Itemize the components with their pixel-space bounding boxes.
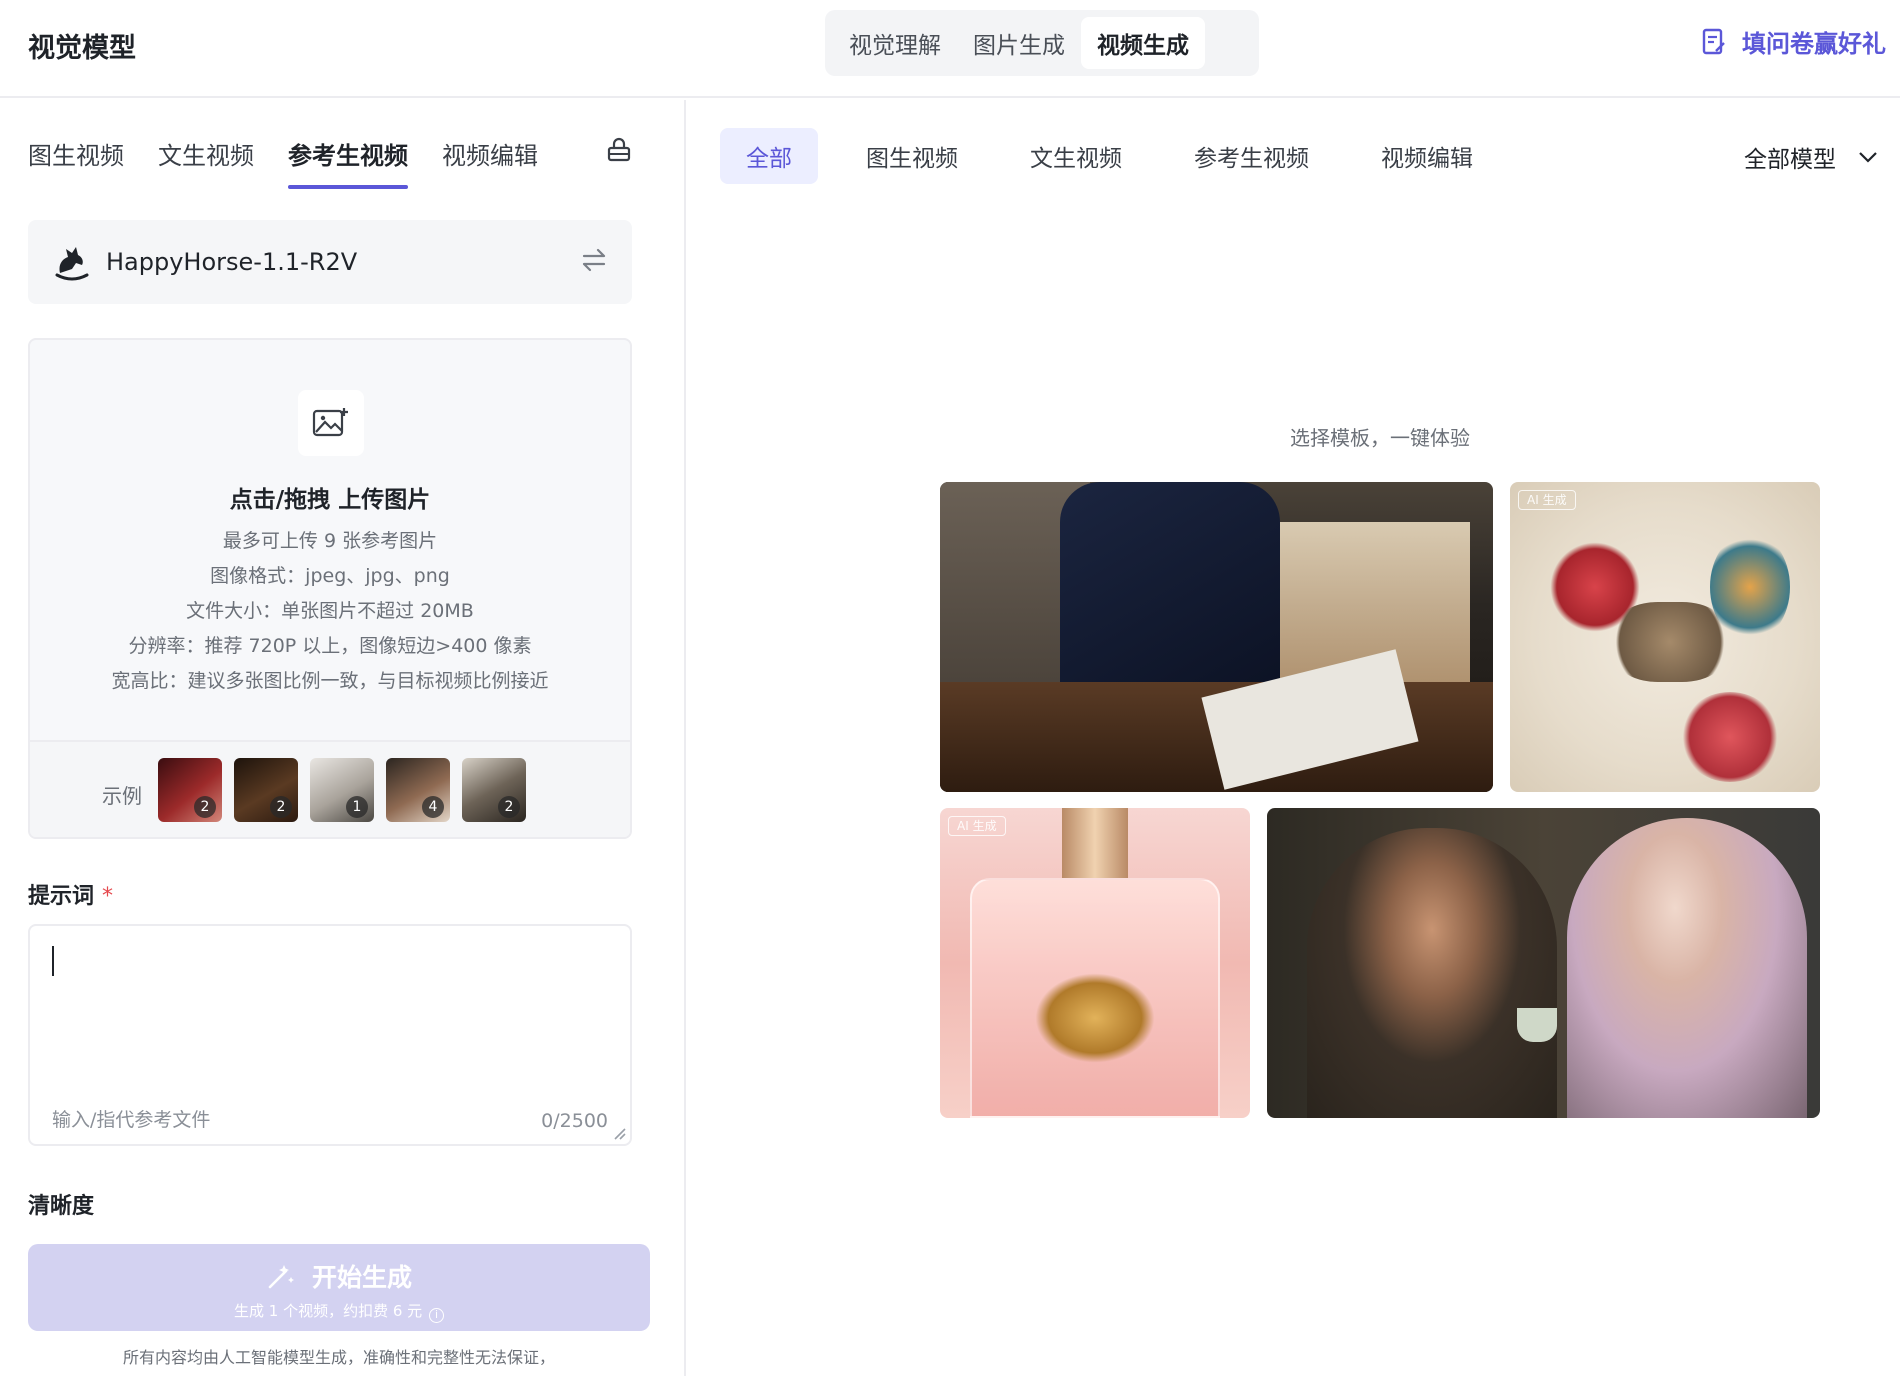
magic-wand-icon bbox=[268, 1265, 294, 1289]
upload-title: 点击/拖拽 上传图片 bbox=[229, 487, 431, 513]
filter-video-edit[interactable]: 视频编辑 bbox=[1381, 128, 1473, 184]
app-title: 视觉模型 bbox=[28, 33, 136, 64]
required-mark: * bbox=[102, 884, 114, 909]
upload-hint-format: 图像格式：jpeg、jpg、png bbox=[210, 565, 450, 587]
segment-image-generation[interactable]: 图片生成 bbox=[957, 17, 1081, 69]
model-name: HappyHorse-1.1-R2V bbox=[106, 248, 358, 276]
upload-hint-count: 最多可上传 9 张参考图片 bbox=[222, 530, 438, 552]
model-filter-dropdown[interactable]: 全部模型 bbox=[1744, 140, 1878, 174]
gallery-title: 选择模板，一键体验 bbox=[1290, 426, 1470, 450]
gallery-filter-tabs: 全部 图生视频 文生视频 参考生视频 视频编辑 bbox=[720, 128, 1473, 184]
resize-handle-icon[interactable] bbox=[612, 1126, 626, 1140]
generate-button-main: 开始生成 bbox=[28, 1258, 650, 1294]
examples-label: 示例 bbox=[102, 784, 142, 808]
filter-text-to-video[interactable]: 文生视频 bbox=[1030, 128, 1122, 184]
example-thumbnail[interactable]: 2 bbox=[462, 758, 526, 822]
survey-label: 填问卷赢好礼 bbox=[1742, 30, 1886, 58]
tab-text-to-video[interactable]: 文生视频 bbox=[158, 136, 254, 171]
template-card-period-drama[interactable] bbox=[1267, 808, 1820, 1118]
text-caret bbox=[52, 946, 54, 976]
tab-reference-to-video[interactable]: 参考生视频 bbox=[288, 136, 408, 189]
example-count-badge: 1 bbox=[346, 796, 368, 818]
generation-mode-tabs: 图生视频 文生视频 参考生视频 视频编辑 bbox=[28, 136, 572, 189]
config-panel: 图生视频 文生视频 参考生视频 视频编辑 HappyHorse-1.1-R2V bbox=[0, 100, 686, 1376]
card-art-figures bbox=[1610, 602, 1730, 682]
tab-video-edit[interactable]: 视频编辑 bbox=[442, 136, 538, 171]
image-upload-dropzone[interactable]: 点击/拖拽 上传图片 最多可上传 9 张参考图片 图像格式：jpeg、jpg、p… bbox=[28, 338, 632, 839]
filter-image-to-video[interactable]: 图生视频 bbox=[866, 128, 958, 184]
tab-image-to-video[interactable]: 图生视频 bbox=[28, 136, 124, 171]
upload-hint-ratio: 宽高比：建议多张图比例一致，与目标视频比例接近 bbox=[111, 670, 549, 692]
card-art-man bbox=[1307, 828, 1557, 1118]
ai-generated-tag: AI 生成 bbox=[948, 816, 1006, 836]
card-art-cap bbox=[1062, 808, 1128, 878]
history-icon[interactable] bbox=[606, 136, 632, 168]
filter-reference-to-video[interactable]: 参考生视频 bbox=[1194, 128, 1309, 184]
image-add-icon bbox=[298, 390, 364, 456]
template-card-classroom[interactable] bbox=[940, 482, 1493, 792]
top-bar: 视觉模型 视觉理解 图片生成 视频生成 填问卷赢好礼 bbox=[0, 0, 1900, 98]
generate-sub-text: 生成 1 个视频，约扣费 6 元 bbox=[234, 1302, 423, 1320]
segment-visual-understanding[interactable]: 视觉理解 bbox=[833, 17, 957, 69]
example-count-badge: 4 bbox=[422, 796, 444, 818]
example-count-badge: 2 bbox=[194, 796, 216, 818]
segment-video-generation[interactable]: 视频生成 bbox=[1081, 17, 1205, 69]
model-filter-label: 全部模型 bbox=[1744, 147, 1836, 173]
prompt-char-counter: 0/2500 bbox=[541, 1110, 608, 1132]
template-card-embroidery[interactable]: AI 生成 bbox=[1510, 482, 1820, 792]
example-thumbnail[interactable]: 1 bbox=[310, 758, 374, 822]
info-icon[interactable]: i bbox=[428, 1308, 444, 1323]
chevron-down-icon bbox=[1859, 152, 1877, 163]
ai-generated-tag: AI 生成 bbox=[1518, 490, 1576, 510]
filter-all[interactable]: 全部 bbox=[720, 128, 818, 184]
survey-link[interactable]: 填问卷赢好礼 bbox=[1702, 24, 1886, 59]
example-count-badge: 2 bbox=[270, 796, 292, 818]
prompt-textarea[interactable]: 输入/指代参考文件 0/2500 bbox=[28, 924, 632, 1146]
example-thumbnail[interactable]: 2 bbox=[158, 758, 222, 822]
survey-icon bbox=[1702, 28, 1725, 54]
disclaimer-text: 所有内容均由人工智能模型生成，准确性和完整性无法保证， bbox=[122, 1348, 555, 1367]
card-art-figure bbox=[1060, 482, 1280, 692]
prompt-label: 提示词 * bbox=[28, 878, 113, 910]
example-thumbnail[interactable]: 2 bbox=[234, 758, 298, 822]
mode-switcher: 视觉理解 图片生成 视频生成 bbox=[825, 10, 1259, 76]
generate-label: 开始生成 bbox=[311, 1263, 412, 1292]
generate-button[interactable]: 开始生成 生成 1 个视频，约扣费 6 元 i bbox=[28, 1244, 650, 1331]
prompt-placeholder: 输入/指代参考文件 bbox=[52, 1109, 211, 1131]
prompt-label-text: 提示词 bbox=[28, 884, 95, 909]
card-art-cup bbox=[1517, 1008, 1557, 1042]
swap-icon[interactable] bbox=[580, 246, 608, 278]
model-selector[interactable]: HappyHorse-1.1-R2V bbox=[28, 220, 632, 304]
template-card-perfume[interactable]: AI 生成 bbox=[940, 808, 1250, 1118]
card-art-gold-horse bbox=[1035, 973, 1155, 1063]
upload-hint-resolution: 分辨率：推荐 720P 以上，图像短边>400 像素 bbox=[128, 635, 532, 657]
generate-cost-note: 生成 1 个视频，约扣费 6 元 i bbox=[28, 1300, 650, 1323]
upload-hint-size: 文件大小：单张图片不超过 20MB bbox=[186, 600, 474, 622]
horse-logo-icon bbox=[55, 247, 89, 281]
examples-strip: 示例 2 2 1 4 2 bbox=[30, 740, 630, 837]
example-thumbnail[interactable]: 4 bbox=[386, 758, 450, 822]
example-count-badge: 2 bbox=[498, 796, 520, 818]
card-art-flower bbox=[1680, 692, 1780, 782]
card-art-woman bbox=[1567, 818, 1807, 1118]
clarity-label: 清晰度 bbox=[28, 1194, 95, 1219]
